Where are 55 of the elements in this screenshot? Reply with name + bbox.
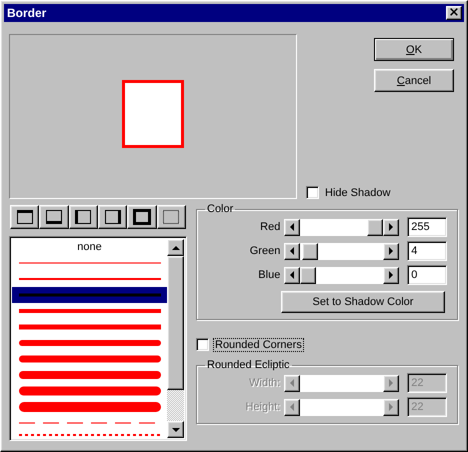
- border-dotted-icon: [162, 209, 180, 225]
- close-button[interactable]: ×: [446, 6, 462, 20]
- left-arrow-icon: [290, 223, 294, 231]
- slider-thumb[interactable]: [367, 218, 384, 236]
- value-field[interactable]: 0: [407, 265, 448, 285]
- preview-drawing: [122, 80, 184, 148]
- left-arrow-icon: [290, 379, 294, 387]
- border-bottom-icon: [44, 209, 63, 225]
- slider-thumb[interactable]: [300, 266, 316, 284]
- border-top-icon: [16, 209, 34, 225]
- border-button[interactable]: [68, 205, 98, 229]
- right-arrow-icon: [389, 247, 394, 255]
- line-style-option[interactable]: [18, 399, 160, 415]
- checkbox-label: Rounded Corners: [214, 338, 303, 350]
- border-button[interactable]: [127, 205, 157, 229]
- right-arrow-icon: [389, 271, 394, 279]
- dialog-button[interactable]: OK: [374, 38, 454, 61]
- slider[interactable]: [284, 242, 400, 260]
- scrollbar[interactable]: [167, 239, 184, 438]
- slider[interactable]: [284, 218, 400, 236]
- slider-label: Blue: [257, 269, 280, 281]
- checkbox-label: Hide Shadow: [324, 186, 392, 198]
- window-title: Border: [7, 6, 46, 20]
- slider-thumb[interactable]: [302, 242, 318, 260]
- value-field: 22: [407, 373, 448, 393]
- left-arrow-icon: [290, 247, 294, 255]
- border-button[interactable]: [39, 205, 69, 229]
- up-arrow-icon: [172, 246, 180, 250]
- border-left-icon: [74, 209, 92, 225]
- line-style-item[interactable]: none: [12, 239, 167, 255]
- value-field[interactable]: 4: [407, 241, 448, 261]
- border-all-icon: [132, 209, 151, 225]
- set-shadow-color-button[interactable]: Set to Shadow Color: [281, 291, 445, 313]
- right-arrow-icon: [389, 379, 394, 387]
- left-arrow-icon: [290, 271, 294, 279]
- border-right-icon: [104, 209, 122, 225]
- border-button[interactable]: [98, 205, 128, 229]
- group-title: Rounded Ecliptic: [206, 359, 291, 371]
- right-arrow-icon: [389, 223, 394, 231]
- border-button[interactable]: [10, 205, 40, 229]
- checkbox[interactable]: [306, 186, 319, 199]
- slider[interactable]: [284, 266, 400, 284]
- left-arrow-icon: [290, 403, 294, 411]
- value-field[interactable]: 255: [407, 217, 448, 237]
- right-arrow-icon: [389, 403, 394, 411]
- dialog-button[interactable]: Cancel: [374, 69, 454, 92]
- slider-label: Green: [248, 245, 280, 257]
- value-field: 22: [407, 397, 448, 417]
- border-button[interactable]: [156, 205, 186, 229]
- slider-label: Red: [259, 221, 280, 233]
- down-arrow-icon: [172, 428, 180, 432]
- slider-label: Width:: [248, 377, 280, 389]
- checkbox[interactable]: [196, 338, 209, 351]
- group-title: Color: [206, 203, 234, 215]
- slider-label: Height:: [244, 401, 280, 413]
